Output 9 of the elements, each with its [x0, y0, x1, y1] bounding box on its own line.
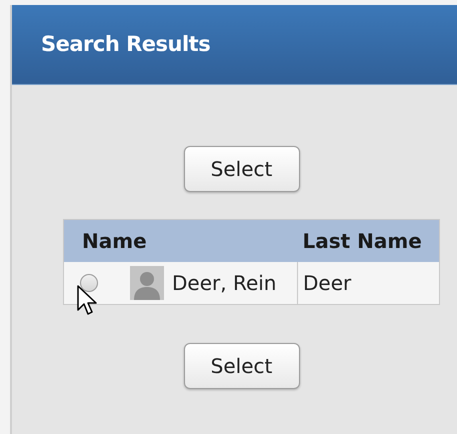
header-title: Search Results	[41, 30, 210, 58]
column-header: Name	[64, 220, 298, 262]
last-name-cell: Deer	[298, 262, 440, 304]
select-button[interactable]: Select	[184, 146, 300, 192]
select-button[interactable]: Select	[184, 343, 300, 389]
row-radio[interactable]	[80, 274, 98, 292]
column-header: Last Name	[298, 220, 440, 262]
name-cell-text: Deer, Rein	[172, 270, 276, 297]
avatar-icon	[130, 266, 164, 300]
